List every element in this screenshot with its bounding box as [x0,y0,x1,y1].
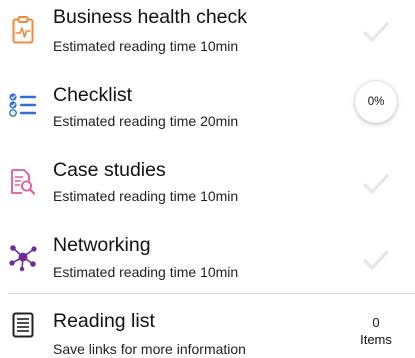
item-subtitle: Save links for more information [53,341,246,357]
module-list: Business health check Estimated reading … [0,0,415,357]
item-subtitle: Estimated reading time 10min [53,264,239,280]
checklist-icon [8,90,38,120]
document-search-icon [8,167,38,197]
list-item-checklist[interactable]: Checklist Estimated reading time 20min 0… [0,76,415,152]
checkmark-icon [363,21,389,43]
item-title: Case studies [53,159,166,181]
reading-list-count: 0 Items [345,314,407,348]
item-subtitle: Estimated reading time 20min [53,113,239,129]
clipboard-health-icon [8,15,38,45]
item-subtitle: Estimated reading time 10min [53,38,239,54]
reading-list-icon [8,310,38,340]
checkmark-icon [363,249,389,271]
checkmark-icon [363,173,389,195]
progress-indicator: 0% [355,81,397,123]
network-nodes-icon [8,242,38,272]
item-title: Business health check [53,6,248,28]
item-title: Reading list [53,310,155,332]
item-title: Checklist [53,84,133,106]
item-title: Networking [53,234,151,256]
list-item-case-studies[interactable]: Case studies Estimated reading time 10mi… [0,152,415,228]
item-count-label: Items [360,332,392,347]
item-subtitle: Estimated reading time 10min [53,188,239,204]
item-count: 0 [372,315,380,330]
list-item-business-health-check[interactable]: Business health check Estimated reading … [0,0,415,76]
